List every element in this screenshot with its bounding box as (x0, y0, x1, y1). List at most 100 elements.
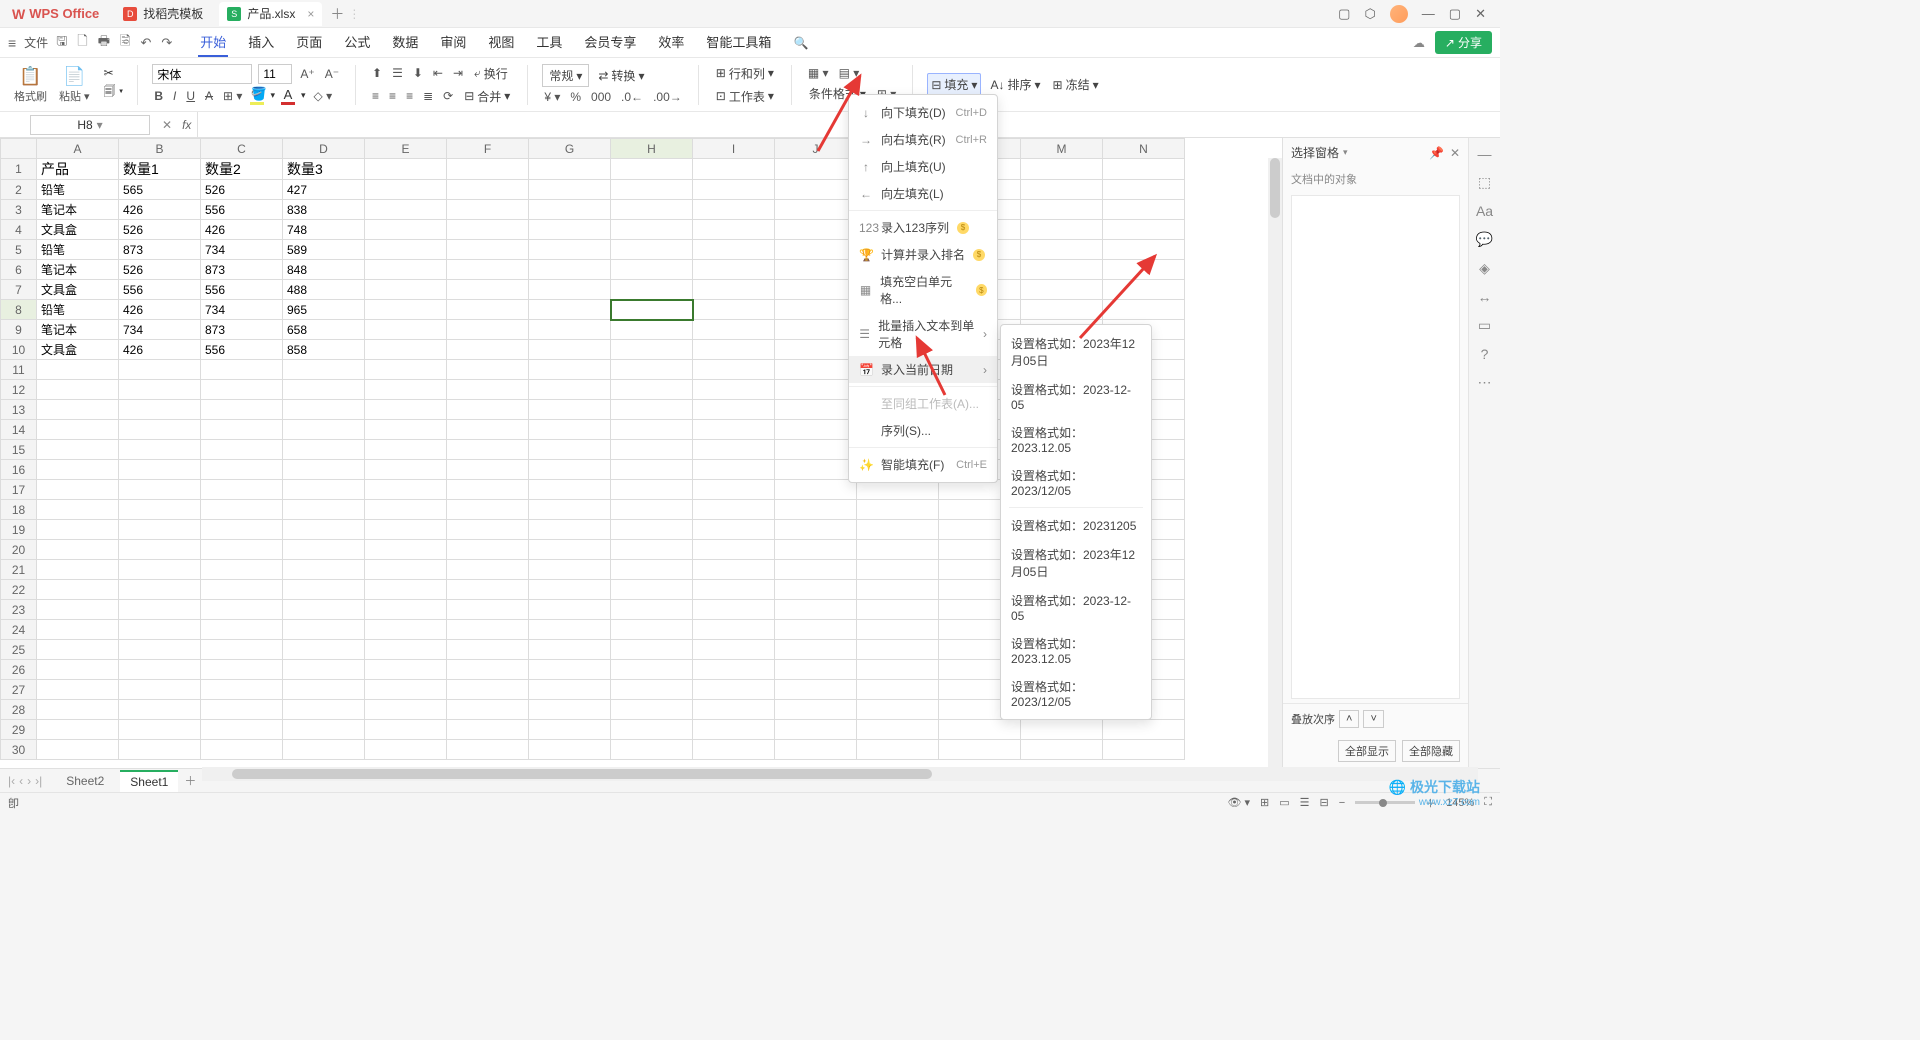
row-header[interactable]: 30 (1, 740, 37, 760)
italic-button[interactable]: I (171, 88, 178, 104)
fill-batch-item[interactable]: ☰批量插入文本到单元格› (849, 312, 997, 356)
tab-templates[interactable]: D 找稻壳模板 (115, 2, 211, 26)
cell[interactable] (365, 180, 447, 200)
cell[interactable] (119, 720, 201, 740)
add-tab-button[interactable]: ＋ (330, 4, 344, 24)
cell[interactable] (611, 220, 693, 240)
cell[interactable] (529, 680, 611, 700)
cell[interactable] (283, 500, 365, 520)
cell[interactable]: 858 (283, 340, 365, 360)
row-header[interactable]: 29 (1, 720, 37, 740)
format-brush-button[interactable]: 📋格式刷 (10, 64, 51, 106)
cell[interactable] (611, 640, 693, 660)
cell[interactable]: 426 (201, 220, 283, 240)
worksheet-button[interactable]: ⊡ 工作表 ▾ (713, 86, 777, 107)
cell[interactable] (529, 380, 611, 400)
cell[interactable] (119, 500, 201, 520)
cell[interactable] (365, 720, 447, 740)
col-header[interactable]: J (775, 139, 857, 159)
cell[interactable]: 526 (201, 180, 283, 200)
cell[interactable] (611, 680, 693, 700)
cell[interactable] (529, 300, 611, 320)
cell[interactable] (693, 680, 775, 700)
vertical-scrollbar[interactable] (1268, 158, 1282, 768)
undo-icon[interactable]: ↶ (140, 35, 151, 51)
share-button[interactable]: ↗ 分享 (1435, 31, 1492, 54)
cell[interactable] (365, 159, 447, 180)
cell[interactable] (775, 380, 857, 400)
cell[interactable] (693, 580, 775, 600)
fill-button[interactable]: ⊟ 填充 ▾ (927, 73, 981, 96)
cell[interactable] (365, 200, 447, 220)
cell[interactable] (611, 240, 693, 260)
add-sheet-button[interactable]: ＋ (184, 772, 196, 789)
help-tool-icon[interactable]: ? (1481, 346, 1489, 362)
cell[interactable] (283, 720, 365, 740)
cell[interactable] (611, 480, 693, 500)
cell[interactable] (693, 460, 775, 480)
cell[interactable] (201, 620, 283, 640)
cell[interactable] (611, 280, 693, 300)
cell[interactable] (447, 440, 529, 460)
increase-font-icon[interactable]: A⁺ (298, 66, 316, 82)
cell[interactable] (611, 340, 693, 360)
cell[interactable] (529, 320, 611, 340)
cell[interactable] (365, 380, 447, 400)
col-header[interactable]: C (201, 139, 283, 159)
cell[interactable] (37, 440, 119, 460)
tab-document[interactable]: S 产品.xlsx × (219, 2, 322, 26)
cell[interactable] (447, 400, 529, 420)
cell[interactable] (693, 340, 775, 360)
fill-left-item[interactable]: ←向左填充(L) (849, 180, 997, 207)
bold-button[interactable]: B (152, 88, 165, 104)
font-size-select[interactable] (258, 64, 292, 84)
date-format-option[interactable]: 设置格式如：2023-12-05 (1001, 375, 1151, 418)
move-down-button[interactable]: ˅ (1363, 710, 1383, 728)
cell[interactable] (1103, 300, 1185, 320)
date-format-option[interactable]: 设置格式如：2023/12/05 (1001, 672, 1151, 715)
cell[interactable] (37, 640, 119, 660)
fill-right-item[interactable]: →向右填充(R)Ctrl+R (849, 126, 997, 153)
cancel-icon[interactable]: ✕ (162, 118, 172, 132)
cell[interactable] (611, 159, 693, 180)
row-header[interactable]: 15 (1, 440, 37, 460)
cell[interactable] (1103, 200, 1185, 220)
cell[interactable] (365, 600, 447, 620)
cell[interactable] (447, 220, 529, 240)
align-right-icon[interactable]: ≡ (404, 88, 415, 104)
cell[interactable] (201, 560, 283, 580)
cell[interactable] (37, 540, 119, 560)
hide-all-button[interactable]: 全部隐藏 (1402, 740, 1460, 762)
cell[interactable] (201, 700, 283, 720)
cell[interactable]: 848 (283, 260, 365, 280)
cell[interactable] (693, 260, 775, 280)
cell[interactable] (529, 600, 611, 620)
layers-tool-icon[interactable]: ◈ (1479, 260, 1490, 277)
cell[interactable] (611, 460, 693, 480)
cell[interactable]: 488 (283, 280, 365, 300)
cell[interactable] (119, 600, 201, 620)
show-all-button[interactable]: 全部显示 (1338, 740, 1396, 762)
cell[interactable] (119, 420, 201, 440)
cell[interactable] (37, 720, 119, 740)
save-icon[interactable]: 🖫 (56, 32, 67, 54)
cut-icon[interactable]: ✂ (104, 66, 114, 80)
cell[interactable]: 734 (201, 240, 283, 260)
more-tool-icon[interactable]: ⋯ (1478, 374, 1492, 391)
decrease-font-icon[interactable]: A⁻ (323, 66, 341, 82)
menu-smart-toolbox[interactable]: 智能工具箱 (704, 28, 773, 57)
cell[interactable] (529, 420, 611, 440)
split-icon[interactable]: ⊟ (1320, 796, 1329, 809)
cell[interactable] (447, 500, 529, 520)
cell[interactable] (447, 300, 529, 320)
cell[interactable] (119, 360, 201, 380)
cell[interactable] (365, 440, 447, 460)
redo-icon[interactable]: ↷ (161, 35, 172, 51)
collapse-icon[interactable]: — (1478, 146, 1492, 162)
cell[interactable] (201, 420, 283, 440)
sheet-tab-2[interactable]: Sheet2 (56, 771, 114, 791)
cell[interactable] (37, 460, 119, 480)
convert-button[interactable]: ⇄ 转换 ▾ (595, 65, 647, 86)
cell[interactable] (857, 700, 939, 720)
cell[interactable] (857, 640, 939, 660)
